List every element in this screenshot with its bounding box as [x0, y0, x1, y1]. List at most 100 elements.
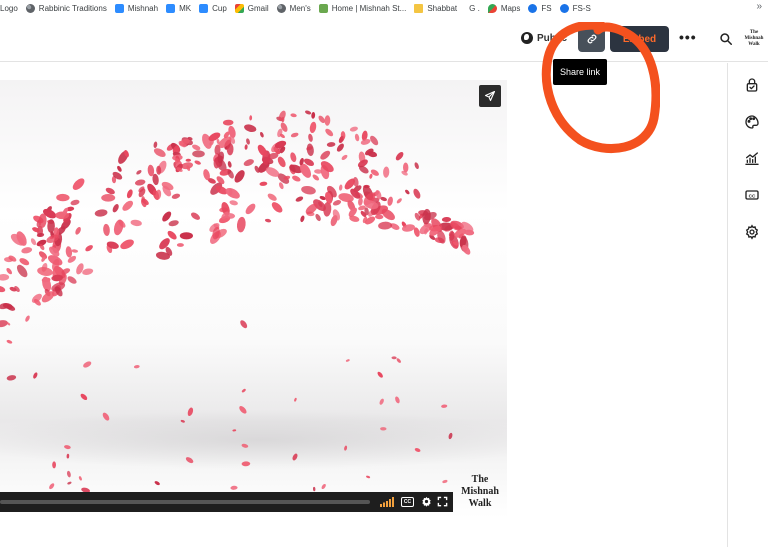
bookmark-label: MK: [179, 3, 192, 13]
bookmark-label: Cup: [212, 3, 227, 13]
rose-petal: [225, 187, 240, 199]
rose-petal: [414, 448, 421, 452]
bookmark-item[interactable]: Cup: [199, 0, 235, 16]
globe-icon: [276, 3, 286, 13]
rose-petal: [341, 154, 348, 160]
bookmark-label: Home | Mishnah St...: [331, 3, 407, 13]
analytics-icon[interactable]: [744, 151, 760, 167]
rose-petal: [83, 361, 92, 368]
rose-petal: [192, 144, 201, 151]
bookmark-label: Gmail: [247, 3, 269, 13]
lock-check-icon[interactable]: [744, 77, 760, 93]
rose-petal: [312, 174, 320, 181]
rose-petal: [294, 397, 297, 402]
rose-petal: [405, 189, 410, 195]
rose-petal: [85, 245, 93, 252]
rose-petal: [383, 166, 390, 178]
rose-petal: [236, 216, 246, 233]
bookmark-label: Shabbat: [427, 3, 458, 13]
video-progress-bar[interactable]: [0, 500, 370, 504]
rose-petal: [162, 211, 172, 222]
watermark-line: The: [471, 474, 489, 485]
rose-petal: [366, 475, 371, 479]
gmail-icon: [234, 3, 244, 13]
watermark-line: Walk: [468, 498, 492, 509]
rose-petal: [185, 158, 191, 162]
rose-petal: [395, 151, 404, 161]
rose-petal: [321, 483, 326, 490]
top-toolbar: Public Embed ••• The Mishnah Walk: [0, 18, 768, 62]
bookmark-item[interactable]: MK: [166, 0, 199, 16]
rose-petal: [103, 223, 110, 236]
bookmark-item[interactable]: Logo: [0, 0, 26, 16]
bookmark-item[interactable]: Mishnah: [114, 0, 166, 16]
bookmark-item[interactable]: Men's: [276, 0, 319, 16]
embed-button[interactable]: Embed: [610, 26, 669, 52]
bookmark-item[interactable]: Maps: [487, 0, 529, 16]
rose-petal: [21, 247, 33, 254]
rose-petal: [168, 220, 179, 227]
rose-petal: [179, 232, 193, 240]
rose-petal: [391, 356, 397, 360]
bookmark-label: G .: [469, 3, 480, 13]
rose-petal: [136, 170, 142, 175]
rose-petal: [0, 285, 6, 293]
rose-petal: [315, 213, 321, 222]
rose-petal: [414, 162, 419, 170]
rose-petal: [192, 150, 205, 158]
rose-petals-image: [0, 110, 475, 493]
rose-petal: [295, 196, 304, 202]
rose-petal: [344, 445, 348, 451]
share-link-button[interactable]: [578, 26, 605, 52]
rose-petal: [290, 132, 299, 138]
visibility-public-button[interactable]: Public: [521, 32, 567, 44]
rose-petal: [396, 198, 402, 204]
rose-petal: [369, 173, 373, 179]
rose-petal: [72, 178, 85, 191]
rose-petal: [448, 432, 453, 440]
rose-petal: [240, 320, 248, 329]
captions-icon[interactable]: CC: [744, 187, 760, 203]
visibility-label: Public: [537, 32, 568, 44]
rose-petal: [6, 339, 13, 344]
bookmark-item[interactable]: Gmail: [234, 0, 277, 16]
rose-petal: [33, 372, 38, 379]
send-icon: [484, 90, 496, 102]
brand-logo[interactable]: The Mishnah Walk: [742, 30, 766, 48]
bookmark-label: FS-S: [572, 3, 591, 13]
bookmark-item[interactable]: Home | Mishnah St...: [318, 0, 415, 16]
palette-icon[interactable]: [744, 114, 760, 130]
rose-petal: [0, 273, 10, 281]
bookmark-label: Logo: [0, 3, 18, 13]
video-player[interactable]: The Mishnah Walk CC: [0, 80, 507, 518]
bookmark-item[interactable]: FS-S: [559, 0, 599, 16]
rose-petal: [75, 227, 81, 235]
rose-petal: [311, 112, 316, 119]
fullscreen-icon[interactable]: [437, 496, 448, 507]
rose-petal: [320, 150, 331, 160]
bookmark-item[interactable]: Rabbinic Traditions: [25, 0, 115, 16]
rose-petal: [325, 128, 334, 137]
video-settings-icon[interactable]: [421, 496, 432, 507]
bookmark-label: FS: [541, 3, 552, 13]
bookmark-item[interactable]: FS: [528, 0, 559, 16]
rose-petal: [187, 407, 194, 417]
volume-bars-icon[interactable]: [380, 497, 394, 507]
settings-icon[interactable]: [744, 224, 760, 240]
more-options-button[interactable]: •••: [679, 30, 697, 44]
bookmarks-more-button[interactable]: »: [756, 1, 762, 12]
rose-petal: [102, 412, 110, 421]
rose-petal: [71, 249, 78, 253]
search-icon[interactable]: [719, 32, 733, 46]
rose-petal: [66, 453, 70, 459]
rose-petal: [122, 200, 134, 211]
video-share-button[interactable]: [479, 85, 501, 107]
rose-petal: [345, 359, 350, 362]
bookmark-item[interactable]: G .: [465, 0, 488, 16]
captions-button[interactable]: CC: [401, 497, 414, 507]
bookmark-item[interactable]: Shabbat: [414, 0, 465, 16]
rose-petal: [378, 221, 393, 230]
rose-petal: [375, 214, 384, 220]
rose-petal: [290, 113, 297, 118]
bookmarks-bar: Logo Rabbinic Traditions Mishnah MK Cup Gmail…: [0, 0, 768, 16]
